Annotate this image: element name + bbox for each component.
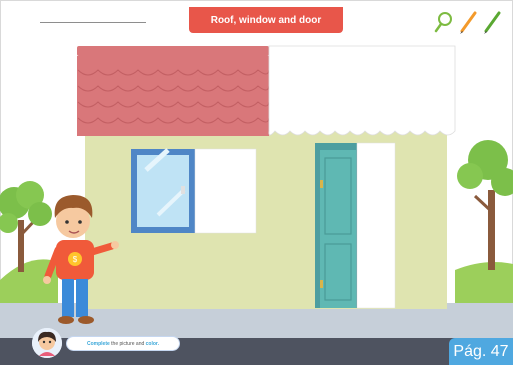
instruction-prefix: Complete bbox=[87, 340, 110, 347]
tree-left bbox=[0, 181, 52, 272]
page-number-label: Pág. 47 bbox=[453, 342, 509, 360]
roof-uncolored bbox=[268, 45, 456, 136]
house-scene: $ bbox=[0, 0, 513, 365]
instruction-suffix: color. bbox=[145, 340, 159, 347]
roof-top-band bbox=[77, 46, 269, 56]
window-uncolored-half bbox=[194, 148, 257, 234]
instruction-bubble: Complete the picture and color. bbox=[66, 336, 180, 351]
door-uncolored-half bbox=[356, 142, 396, 309]
roof-colored bbox=[77, 56, 269, 136]
avatar bbox=[32, 328, 62, 358]
tree-right bbox=[457, 140, 513, 270]
page-number-badge: Pág. 47 bbox=[449, 338, 513, 365]
svg-text:$: $ bbox=[73, 255, 78, 264]
grass-right bbox=[455, 262, 513, 303]
instruction-middle: the picture and bbox=[111, 340, 145, 347]
worksheet-page: Roof, window and door $ Complete the pic… bbox=[0, 0, 513, 365]
